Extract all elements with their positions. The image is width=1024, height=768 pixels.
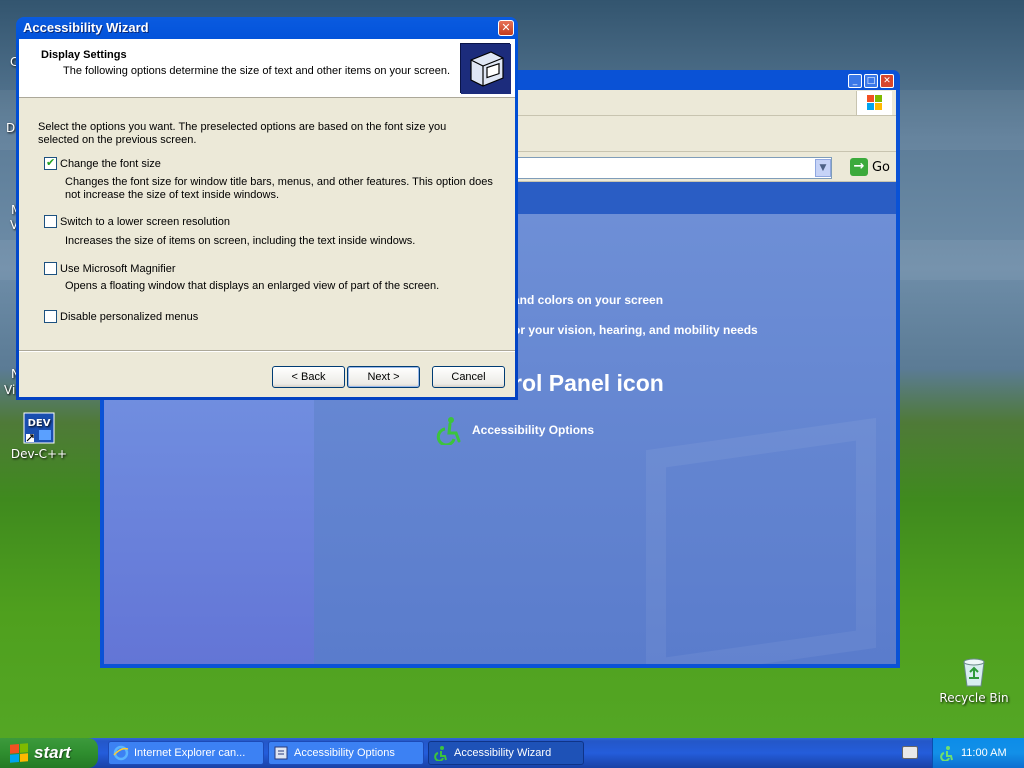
option-label: Change the font size <box>60 157 161 170</box>
maximize-button[interactable]: □ <box>864 74 878 88</box>
keyboard-icon[interactable] <box>902 746 918 759</box>
desktop-icon-label: Recycle Bin <box>939 691 1009 705</box>
task-link-accessibility[interactable]: or your vision, hearing, and mobility ne… <box>513 323 758 337</box>
option-disable-personalized-menus[interactable]: Disable personalized menus <box>44 310 198 323</box>
option-description: Increases the size of items on screen, i… <box>65 235 416 247</box>
desktop-icon-dev-cpp[interactable]: DEV Dev-C++ <box>1 412 77 461</box>
next-button[interactable]: Next > <box>347 366 420 388</box>
go-button[interactable]: → Go <box>849 158 890 176</box>
option-change-font-size[interactable]: Change the font size <box>44 156 161 170</box>
wizard-header-title: Display Settings <box>41 49 127 61</box>
wizard-header-subtitle: The following options determine the size… <box>63 65 451 77</box>
desktop-icon-label: Dev-C++ <box>10 447 68 461</box>
go-label: Go <box>871 159 890 175</box>
accessibility-tray-icon[interactable] <box>939 745 955 762</box>
internet-explorer-icon <box>113 745 129 761</box>
lower-resolution-checkbox[interactable] <box>44 215 57 228</box>
magnifier-checkbox[interactable] <box>44 262 57 275</box>
wizard-intro-text: Select the options you want. The presele… <box>38 121 447 146</box>
taskbar-item-internet-explorer[interactable]: Internet Explorer can... <box>108 741 264 765</box>
accessibility-options-icon <box>273 745 289 761</box>
accessibility-wizard-dialog[interactable]: Accessibility Wizard ✕ Display Settings … <box>16 17 518 400</box>
option-lower-resolution[interactable]: Switch to a lower screen resolution <box>44 215 230 228</box>
taskbar-item-label: Accessibility Options <box>294 747 395 759</box>
window-controls: _ □ ✕ <box>848 74 894 88</box>
taskbar: start Internet Explorer can... Accessibi… <box>0 738 1024 768</box>
option-description: Changes the font size for window title b… <box>65 176 493 201</box>
wizard-separator <box>19 350 515 352</box>
change-font-size-checkbox[interactable] <box>44 156 57 170</box>
start-label: start <box>34 743 71 762</box>
desktop-partial-label: Vi <box>4 383 16 397</box>
accessibility-options-label: Accessibility Options <box>472 423 595 437</box>
start-button[interactable]: start <box>0 738 98 768</box>
windows-flag-icon <box>10 743 28 763</box>
option-label: Switch to a lower screen resolution <box>60 215 230 228</box>
go-arrow-icon: → <box>849 158 868 176</box>
wizard-body: Display Settings The following options d… <box>19 39 515 397</box>
system-tray: 11:00 AM <box>932 738 1024 768</box>
display-settings-icon <box>460 43 511 94</box>
svg-text:DEV: DEV <box>28 418 51 429</box>
chevron-down-icon[interactable]: ▼ <box>815 159 831 177</box>
dev-cpp-icon: DEV <box>23 412 55 444</box>
desktop-icon-recycle-bin[interactable]: Recycle Bin <box>936 656 1012 705</box>
option-label: Disable personalized menus <box>60 310 199 323</box>
accessibility-options-item[interactable]: Accessibility Options <box>434 415 595 447</box>
accessibility-icon <box>434 415 464 447</box>
minimize-button[interactable]: _ <box>848 74 862 88</box>
taskbar-item-accessibility-wizard[interactable]: Accessibility Wizard <box>428 741 584 765</box>
wizard-titlebar[interactable]: Accessibility Wizard <box>16 17 518 39</box>
taskbar-item-label: Accessibility Wizard <box>454 747 552 759</box>
wizard-header: Display Settings The following options d… <box>19 39 515 98</box>
taskbar-item-accessibility-options[interactable]: Accessibility Options <box>268 741 424 765</box>
accessibility-wizard-icon <box>433 745 449 762</box>
desktop-partial-label: D <box>6 121 16 135</box>
back-button[interactable]: < Back <box>272 366 345 388</box>
task-link-display[interactable]: and colors on your screen <box>513 293 663 307</box>
close-button[interactable]: ✕ <box>880 74 894 88</box>
option-label: Use Microsoft Magnifier <box>60 262 176 275</box>
clock[interactable]: 11:00 AM <box>961 747 1007 759</box>
watermark-graphic <box>646 417 876 664</box>
option-description: Opens a floating window that displays an… <box>65 280 440 292</box>
section-heading: rol Panel icon <box>513 370 664 396</box>
taskbar-item-label: Internet Explorer can... <box>134 747 246 759</box>
wizard-title: Accessibility Wizard <box>23 20 149 35</box>
recycle-bin-icon <box>958 656 990 688</box>
disable-personalized-menus-checkbox[interactable] <box>44 310 57 323</box>
close-icon[interactable]: ✕ <box>498 20 514 36</box>
cancel-button[interactable]: Cancel <box>432 366 505 388</box>
option-magnifier[interactable]: Use Microsoft Magnifier <box>44 262 176 275</box>
windows-logo-icon <box>856 91 892 115</box>
